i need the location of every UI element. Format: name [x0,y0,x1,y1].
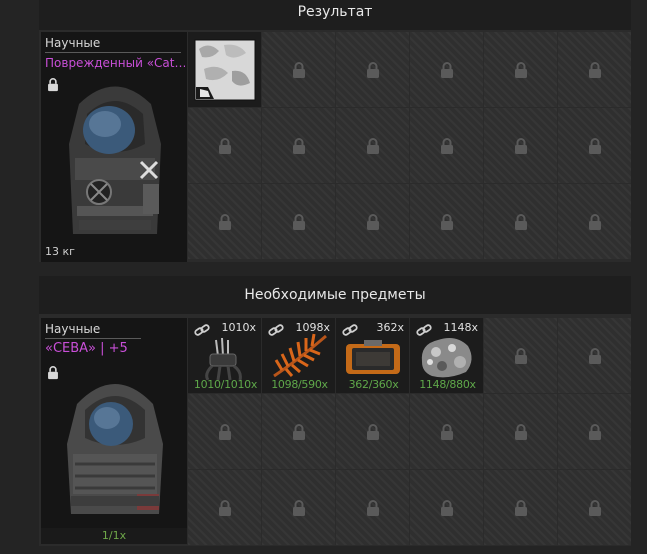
chain-link-icon [194,323,210,337]
locked-slot [188,470,261,545]
lock-icon [440,214,454,231]
lock-icon [366,500,380,517]
locked-slot [262,32,335,107]
result-item-weight: 13 кг [45,245,75,258]
lock-icon [440,500,454,517]
locked-slot [410,470,483,545]
material-qty: 362x [376,321,404,334]
lock-icon [292,138,306,155]
locked-slot [336,108,409,183]
locked-slot [188,394,261,469]
card-divider [45,338,141,339]
locked-slot [262,394,335,469]
locked-slot [262,184,335,259]
result-grid [188,32,631,259]
lock-icon [366,138,380,155]
required-panel: Необходимые предметы Научные «СЕВА» | +5… [39,276,631,546]
locked-slot [558,394,631,469]
required-item-name: «СЕВА» | +5 [45,341,128,356]
locked-slot [410,184,483,259]
lock-icon [588,62,602,79]
ore-chunk-icon [421,338,472,378]
material-have: 1148/880x [419,378,476,391]
lock-icon [366,62,380,79]
locked-slot [558,184,631,259]
lock-icon [292,214,306,231]
lock-icon [366,424,380,441]
locked-slot [484,32,557,107]
lock-icon [514,424,528,441]
required-item-card[interactable]: Научные «СЕВА» | +5 1/1x [41,318,187,544]
locked-slot [484,470,557,545]
lock-icon [366,214,380,231]
fern-plant-icon [273,333,327,378]
locked-slot [410,108,483,183]
material-have: 1010/1010x [193,378,258,391]
camo-pattern-icon [194,39,256,101]
required-title: Необходимые предметы [39,276,631,314]
lock-icon [514,62,528,79]
required-item-category: Научные [45,322,101,336]
lock-icon [588,500,602,517]
material-slot[interactable]: 1098x 1098/590x [262,318,335,393]
lock-icon [588,348,602,365]
material-have: 362/360x [348,378,399,391]
lock-icon [588,424,602,441]
locked-slot [410,32,483,107]
locked-slot [336,394,409,469]
locked-slot [336,32,409,107]
result-item-name: Поврежденный «Cat… [45,56,185,70]
required-grid: 1010x 1010/1010x 1098x 1098/590x 362x 36… [188,318,631,545]
locked-slot [484,184,557,259]
lock-icon [292,424,306,441]
lock-icon [218,138,232,155]
lock-icon [292,500,306,517]
result-item-category: Научные [45,36,101,50]
lock-icon [218,424,232,441]
card-divider [45,52,181,53]
result-title: Результат [39,0,631,30]
required-item-count: 1/1x [41,528,187,544]
device-box-icon [346,340,400,374]
result-item-card[interactable]: Научные Поврежденный «Cat… 13 кг [41,32,187,262]
material-slot[interactable]: 1010x 1010/1010x [188,318,261,393]
locked-slot [484,394,557,469]
chain-link-icon [342,323,358,337]
lock-icon [514,138,528,155]
locked-slot [336,470,409,545]
locked-slot [558,318,631,393]
locked-slot [558,470,631,545]
material-have: 1098/590x [271,378,328,391]
locked-slot [188,184,261,259]
locked-slot [484,318,557,393]
lock-icon [440,424,454,441]
lock-icon [514,214,528,231]
locked-slot [262,108,335,183]
lock-icon [440,62,454,79]
material-slot[interactable]: 1148x 1148/880x [410,318,483,393]
lock-icon [440,138,454,155]
hooded-suit-icon [67,384,163,514]
lock-icon [292,62,306,79]
material-slot[interactable]: 362x 362/360x [336,318,409,393]
lock-icon [218,500,232,517]
locked-slot [188,108,261,183]
material-qty: 1010x [221,321,256,334]
lock-icon [514,500,528,517]
lock-icon [218,214,232,231]
locked-slot [262,470,335,545]
result-slot[interactable] [188,32,261,107]
lock-icon [588,214,602,231]
locked-slot [336,184,409,259]
wire-bundle-icon [205,337,242,380]
locked-slot [558,108,631,183]
result-panel: Результат Научные Поврежденный «Cat… 13 … [39,0,631,262]
locked-slot [484,108,557,183]
lock-icon [514,348,528,365]
armor-suit-icon [69,86,161,234]
locked-slot [558,32,631,107]
lock-icon [588,138,602,155]
locked-slot [410,394,483,469]
